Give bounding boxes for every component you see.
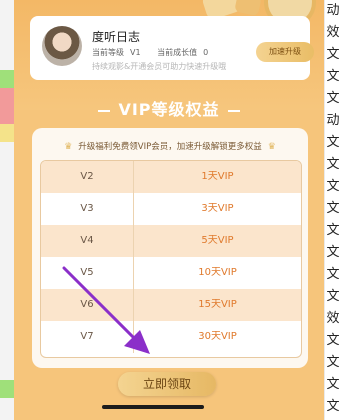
background-cell: 文 <box>326 91 340 106</box>
table-row: V6 15天VIP <box>41 289 301 321</box>
background-cell: 效 <box>326 311 340 326</box>
level-cell: V4 <box>41 225 134 257</box>
speed-up-upgrade-button[interactable]: 加速升级 <box>256 42 314 62</box>
background-cell: 文 <box>326 399 340 414</box>
background-cell: 文 <box>326 69 340 84</box>
home-indicator[interactable] <box>102 405 204 409</box>
level-value: V1 <box>130 48 141 57</box>
crown-icon: ♛ <box>267 142 276 152</box>
growth-label: 当前成长值 <box>157 48 198 57</box>
section-title-text: VIP等级权益 <box>118 100 220 119</box>
level-cell: V5 <box>41 257 134 289</box>
background-cell: 文 <box>326 355 340 370</box>
gift-cell: 10天VIP <box>198 267 237 278</box>
background-cell-yellow <box>0 124 14 142</box>
upgrade-tip: 持续观影&开通会员可助力快速升级哦 <box>92 62 227 71</box>
background-cell-green <box>0 70 14 88</box>
background-cell: 动 <box>326 113 340 128</box>
background-cell: 文 <box>326 157 340 172</box>
level-cell: V3 <box>41 193 134 225</box>
decoration-ticket-icon <box>234 0 262 17</box>
avatar[interactable] <box>42 26 82 66</box>
background-cell-red <box>0 106 14 124</box>
username: 度听日志 <box>92 30 141 44</box>
title-dash-left <box>98 109 111 112</box>
table-row: V3 3天VIP <box>41 193 301 225</box>
background-cell: 文 <box>326 223 340 238</box>
table-row: V5 10天VIP <box>41 257 301 289</box>
rights-subtitle: ♛ 升级福利免费领VIP会员，加速升级解锁更多权益 ♛ <box>32 140 308 152</box>
rights-card: ♛ 升级福利免费领VIP会员，加速升级解锁更多权益 ♛ V2 1天VIP V3 3天… <box>32 128 308 368</box>
growth-value: 0 <box>203 48 209 57</box>
background-cell-red <box>0 88 14 106</box>
gift-cell: 15天VIP <box>198 299 237 310</box>
claim-now-button[interactable]: 立即领取 <box>118 372 216 396</box>
background-right-strip: 动效文文文动文文文文文文文文效文文文文 <box>324 0 340 420</box>
section-title: VIP等级权益 <box>14 96 324 120</box>
gift-cell: 1天VIP <box>201 171 234 182</box>
gift-cell: 30天VIP <box>198 331 237 342</box>
level-label: 当前等级 <box>92 48 124 57</box>
background-cell: 文 <box>326 201 340 216</box>
level-cell: V6 <box>41 289 134 321</box>
background-cell: 文 <box>326 333 340 348</box>
background-cell: 效 <box>326 25 340 40</box>
rights-table: V2 1天VIP V3 3天VIP V4 5天VIP V5 10天VIP V6 … <box>40 160 302 358</box>
background-cell: 文 <box>326 245 340 260</box>
background-left-strip <box>0 0 14 420</box>
title-dash-right <box>227 109 240 112</box>
gift-cell: 5天VIP <box>201 235 234 246</box>
background-cell-green <box>0 380 14 398</box>
rights-subtitle-text: 升级福利免费领VIP会员，加速升级解锁更多权益 <box>78 142 262 152</box>
background-cell: 文 <box>326 47 340 62</box>
gift-cell: 3天VIP <box>201 203 234 214</box>
vip-level-modal: 度听日志 当前等级 V1 当前成长值 0 持续观影&开通会员可助力快速升级哦 加速升… <box>14 0 324 420</box>
level-cell: V7 <box>41 321 134 353</box>
profile-card: 度听日志 当前等级 V1 当前成长值 0 持续观影&开通会员可助力快速升级哦 加速升… <box>30 16 314 80</box>
table-row: V7 30天VIP <box>41 321 301 353</box>
table-row: V4 5天VIP <box>41 225 301 257</box>
crown-icon: ♛ <box>64 142 73 152</box>
background-cell: 文 <box>326 267 340 282</box>
background-cell: 文 <box>326 135 340 150</box>
background-cell: 动 <box>326 3 340 18</box>
level-info: 当前等级 V1 当前成长值 0 <box>92 47 214 58</box>
background-cell: 文 <box>326 179 340 194</box>
table-row: V2 1天VIP <box>41 161 301 193</box>
background-cell: 文 <box>326 377 340 392</box>
level-cell: V2 <box>41 161 134 193</box>
background-cell: 文 <box>326 289 340 304</box>
